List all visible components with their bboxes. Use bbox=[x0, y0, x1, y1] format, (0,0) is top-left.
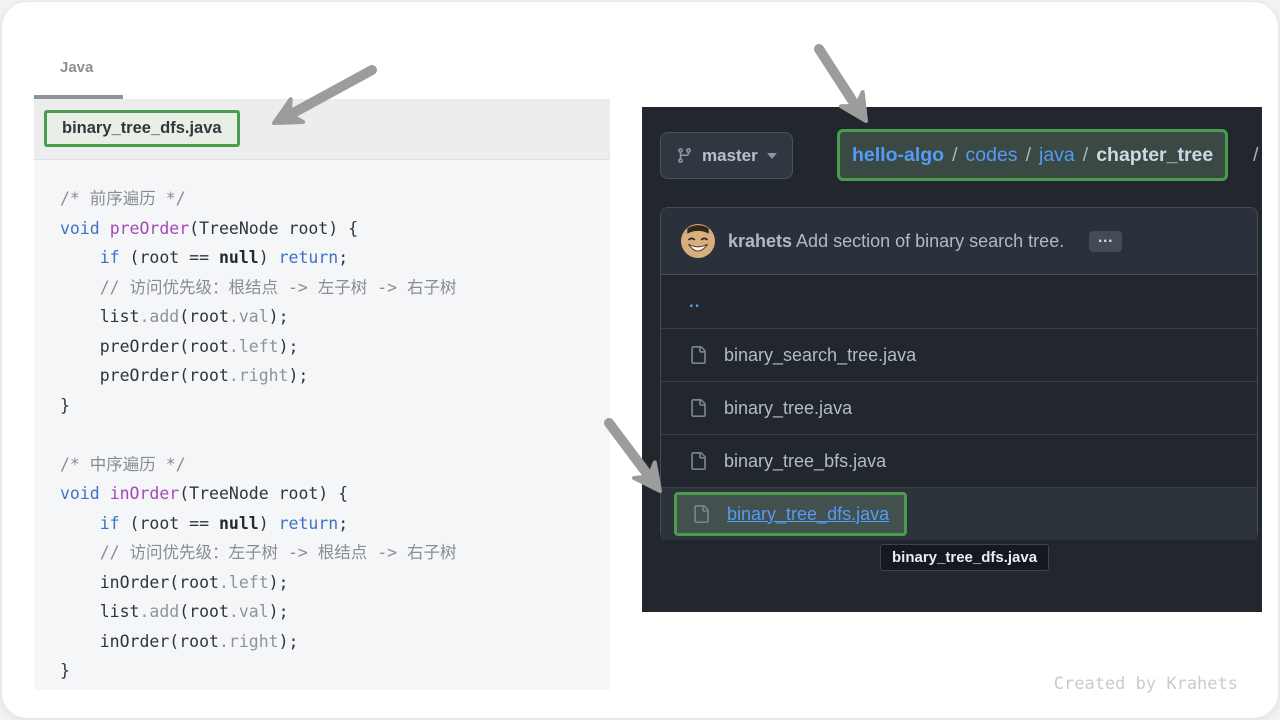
breadcrumb-separator: / bbox=[952, 144, 957, 167]
code-line: // 访问优先级：根结点 -> 左子树 -> 右子树 bbox=[60, 273, 602, 303]
file-row[interactable]: binary_search_tree.java bbox=[661, 328, 1257, 381]
code-line bbox=[60, 420, 602, 450]
code-block: /* 前序遍历 */void preOrder(TreeNode root) {… bbox=[34, 160, 610, 686]
code-line: if (root == null) return; bbox=[60, 243, 602, 273]
file-icon bbox=[689, 346, 707, 364]
file-list: .. binary_search_tree.java binary_tree.j… bbox=[661, 275, 1257, 540]
latest-commit-row: krahets Add section of binary search tre… bbox=[661, 208, 1257, 275]
code-line: } bbox=[60, 656, 602, 686]
code-line: void inOrder(TreeNode root) { bbox=[60, 479, 602, 509]
code-line: void preOrder(TreeNode root) { bbox=[60, 214, 602, 244]
file-title-bar: binary_tree_dfs.java bbox=[34, 99, 610, 160]
breadcrumb-highlight-box: hello-algo / codes / java / chapter_tree bbox=[837, 129, 1228, 181]
tutorial-card: Java binary_tree_dfs.java /* 前序遍历 */void… bbox=[1, 1, 1279, 719]
file-icon bbox=[692, 505, 710, 523]
file-name[interactable]: binary_tree_bfs.java bbox=[724, 451, 886, 472]
code-line: list.add(root.val); bbox=[60, 302, 602, 332]
breadcrumb-current-folder: chapter_tree bbox=[1096, 144, 1213, 167]
branch-name: master bbox=[702, 146, 758, 166]
commit-author[interactable]: krahets bbox=[728, 231, 792, 251]
breadcrumb-codes-link[interactable]: codes bbox=[966, 144, 1018, 167]
file-row[interactable]: binary_tree.java bbox=[661, 381, 1257, 434]
footer-credit: Created by Krahets bbox=[1054, 674, 1238, 694]
file-link-hovered[interactable]: binary_tree_dfs.java bbox=[727, 504, 889, 525]
file-row-parent-dir[interactable]: .. bbox=[661, 275, 1257, 328]
commit-message: krahets Add section of binary search tre… bbox=[728, 231, 1064, 252]
commit-more-button[interactable]: … bbox=[1089, 231, 1122, 252]
filename-highlight-box: binary_tree_dfs.java bbox=[44, 110, 240, 147]
code-line: } bbox=[60, 391, 602, 421]
code-line: inOrder(root.right); bbox=[60, 627, 602, 657]
code-line: preOrder(root.right); bbox=[60, 361, 602, 391]
breadcrumb-repo-link[interactable]: hello-algo bbox=[852, 144, 944, 167]
code-panel: binary_tree_dfs.java /* 前序遍历 */void preO… bbox=[34, 99, 610, 690]
breadcrumb-separator: / bbox=[1083, 144, 1088, 167]
breadcrumb-separator: / bbox=[1026, 144, 1031, 167]
github-file-browser: master hello-algo / codes / java / chapt… bbox=[642, 107, 1262, 612]
parent-directory-link[interactable]: .. bbox=[689, 292, 700, 312]
file-name[interactable]: binary_tree.java bbox=[724, 398, 852, 419]
git-branch-icon bbox=[676, 147, 693, 164]
file-name[interactable]: binary_search_tree.java bbox=[724, 345, 916, 366]
code-line: /* 中序遍历 */ bbox=[60, 450, 602, 480]
breadcrumb-java-link[interactable]: java bbox=[1039, 144, 1075, 167]
code-line: list.add(root.val); bbox=[60, 597, 602, 627]
file-icon bbox=[689, 452, 707, 470]
link-url-tooltip: binary_tree_dfs.java bbox=[880, 544, 1049, 571]
repo-contents-box: krahets Add section of binary search tre… bbox=[660, 207, 1258, 540]
avatar[interactable] bbox=[681, 224, 715, 258]
tab-java[interactable]: Java bbox=[60, 59, 93, 76]
commit-message-text[interactable]: Add section of binary search tree. bbox=[792, 231, 1064, 251]
file-icon bbox=[689, 399, 707, 417]
breadcrumb-trailing-slash: / bbox=[1253, 144, 1258, 167]
file-row[interactable]: binary_tree_dfs.java bbox=[661, 487, 1257, 540]
chevron-down-icon bbox=[767, 153, 777, 159]
file-row[interactable]: binary_tree_bfs.java bbox=[661, 434, 1257, 487]
code-line: /* 前序遍历 */ bbox=[60, 184, 602, 214]
code-line: // 访问优先级：左子树 -> 根结点 -> 右子树 bbox=[60, 538, 602, 568]
branch-selector-button[interactable]: master bbox=[660, 132, 793, 179]
code-line: preOrder(root.left); bbox=[60, 332, 602, 362]
code-line: if (root == null) return; bbox=[60, 509, 602, 539]
file-row-highlight-box: binary_tree_dfs.java bbox=[674, 492, 907, 536]
code-line: inOrder(root.left); bbox=[60, 568, 602, 598]
